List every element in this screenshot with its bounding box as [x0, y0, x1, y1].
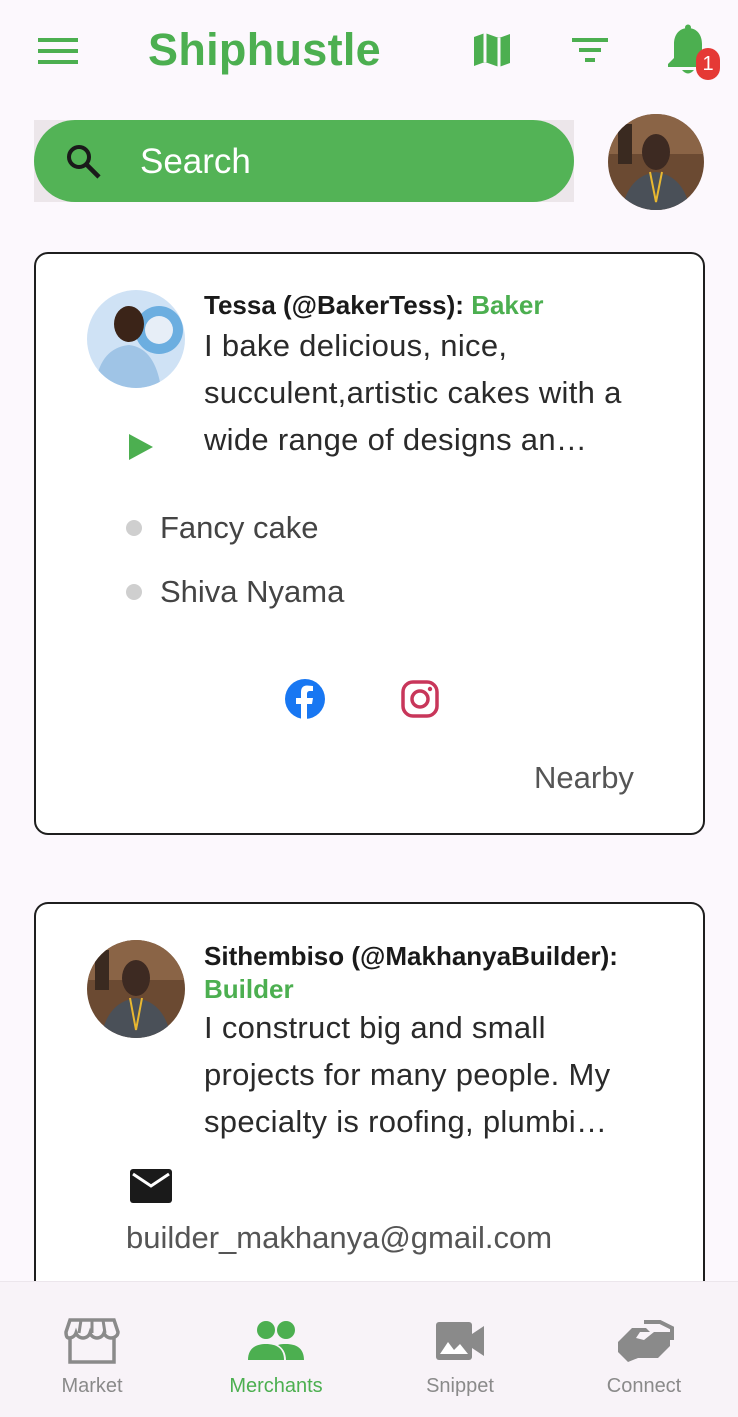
search-pill[interactable]: Search	[34, 120, 574, 202]
product-item[interactable]: Shiva Nyama	[160, 574, 344, 610]
filter-icon[interactable]	[570, 34, 610, 66]
nav-label: Snippet	[426, 1375, 494, 1397]
bottom-navigation: Market Merchants Snippet Connect	[0, 1281, 738, 1417]
merchant-description: I bake delicious, nice, succulent,artist…	[204, 328, 622, 457]
handshake-icon	[618, 1320, 674, 1362]
nav-item-connect[interactable]: Connect	[552, 1282, 736, 1417]
nav-label: Market	[61, 1375, 123, 1397]
merchant-card[interactable]: Tessa (@BakerTess): Baker I bake delicio…	[34, 252, 705, 835]
video-camera-icon	[436, 1322, 484, 1360]
email-icon[interactable]	[129, 1168, 173, 1204]
merchant-name: Tessa (@BakerTess):	[204, 290, 472, 320]
menu-icon[interactable]	[38, 36, 78, 66]
merchant-header: Tessa (@BakerTess): Baker	[204, 290, 543, 321]
distance-label: Nearby	[534, 760, 634, 795]
user-profile-avatar[interactable]	[608, 114, 704, 210]
search-bar[interactable]: Search	[34, 120, 574, 202]
merchant-role: Baker	[471, 290, 544, 320]
notification-badge: 1	[696, 48, 720, 80]
merchant-email[interactable]: builder_makhanya@gmail.com	[126, 1220, 552, 1256]
app-title: Shiphustle	[148, 24, 382, 75]
merchant-role: Builder	[204, 974, 294, 1004]
nav-label: Merchants	[229, 1375, 323, 1397]
map-icon[interactable]	[472, 30, 512, 70]
merchant-avatar	[87, 940, 185, 1038]
search-icon	[67, 145, 101, 179]
play-icon[interactable]	[127, 432, 155, 462]
bullet-dot	[126, 584, 142, 600]
bullet-dot	[126, 520, 142, 536]
product-item[interactable]: Fancy cake	[160, 510, 319, 546]
instagram-icon[interactable]	[400, 679, 440, 719]
merchant-card[interactable]: Sithembiso (@MakhanyaBuilder): Builder I …	[34, 902, 705, 1322]
merchant-name: Sithembiso (@MakhanyaBuilder):	[204, 941, 618, 971]
merchant-header: Sithembiso (@MakhanyaBuilder): Builder	[204, 940, 674, 1006]
nav-item-market[interactable]: Market	[0, 1282, 184, 1417]
nav-item-merchants[interactable]: Merchants	[184, 1282, 368, 1417]
merchant-description: I construct big and small projects for m…	[204, 1010, 611, 1139]
search-placeholder: Search	[140, 142, 251, 181]
facebook-icon[interactable]	[284, 678, 326, 720]
merchant-avatar	[87, 290, 185, 388]
top-app-bar: Shiphustle 1	[0, 0, 738, 100]
storefront-icon	[64, 1318, 120, 1364]
nav-item-snippet[interactable]: Snippet	[368, 1282, 552, 1417]
people-icon	[248, 1321, 304, 1360]
nav-label: Connect	[606, 1375, 682, 1397]
